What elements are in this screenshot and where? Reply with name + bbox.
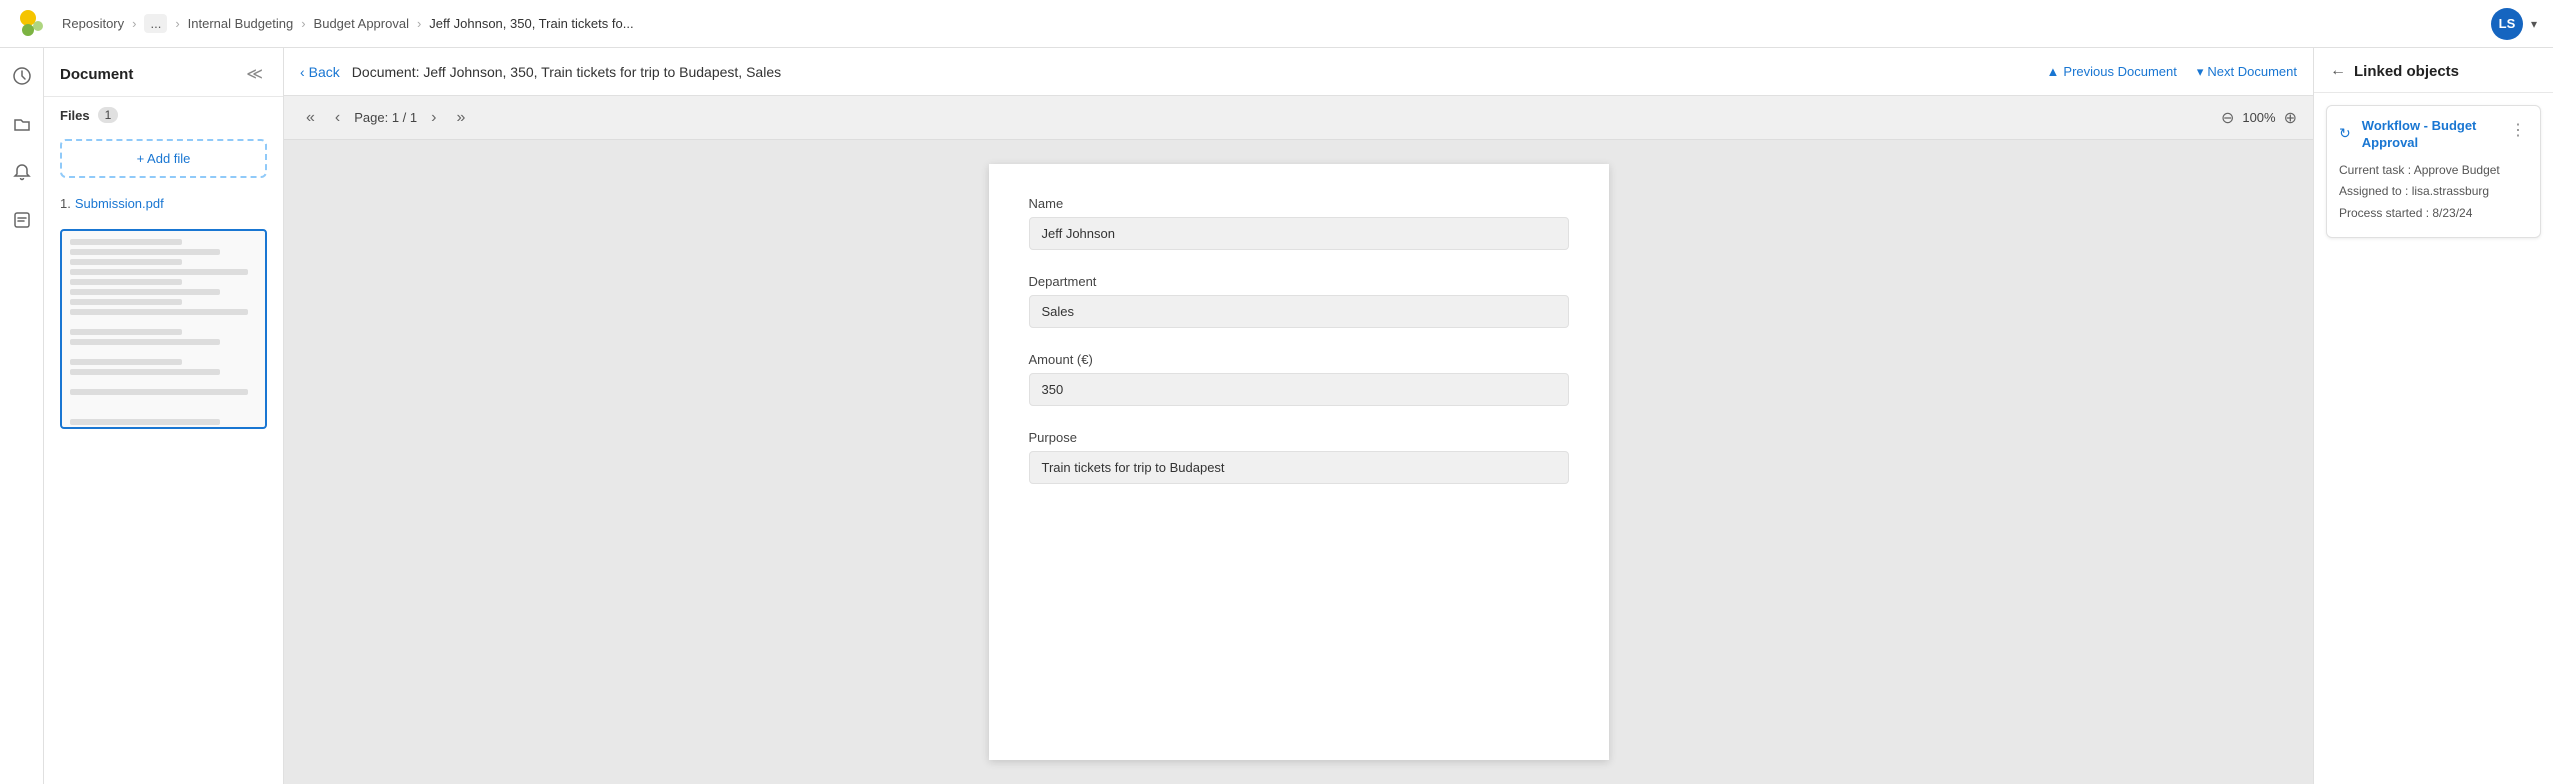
last-page-button[interactable]: » <box>450 107 471 129</box>
next-page-button[interactable]: › <box>425 107 442 129</box>
zoom-out-button[interactable]: ⊖ <box>2221 108 2234 128</box>
prev-page-button[interactable]: ‹ <box>329 107 346 129</box>
zoom-in-button[interactable]: ⊕ <box>2284 108 2297 128</box>
document-panel: Document ≪ Files 1 + Add file 1. Submissi… <box>44 48 284 784</box>
field-label-purpose: Purpose <box>1029 430 1569 445</box>
back-label[interactable]: Back <box>309 64 340 80</box>
current-task-label: Current task : Approve Budget <box>2339 160 2528 182</box>
field-value-name: Jeff Johnson <box>1029 217 1569 250</box>
prev-doc-label: Previous Document <box>2063 64 2176 79</box>
assigned-to-label: Assigned to : lisa.strassburg <box>2339 181 2528 203</box>
add-file-button[interactable]: + Add file <box>60 139 267 178</box>
doc-toolbar: ‹ Back Document: Jeff Johnson, 350, Trai… <box>284 48 2313 96</box>
next-document-button[interactable]: ▾ Next Document <box>2197 64 2297 80</box>
linked-card-icon-title: ↻ Workflow - Budget Approval <box>2339 118 2508 152</box>
card-menu-button[interactable]: ⋮ <box>2508 118 2528 142</box>
app-logo[interactable] <box>16 8 48 40</box>
topnav-right: LS ▾ <box>2491 8 2537 40</box>
main-layout: Document ≪ Files 1 + Add file 1. Submissi… <box>0 48 2553 784</box>
collapse-panel-button[interactable]: ≪ <box>242 62 267 86</box>
thumb-line <box>70 369 220 375</box>
field-value-department: Sales <box>1029 295 1569 328</box>
sidebar-folder-icon[interactable] <box>6 108 38 140</box>
sidebar-dashboard-icon[interactable] <box>6 60 38 92</box>
prev-doc-icon: ▲ <box>2047 64 2060 79</box>
thumb-line <box>70 259 182 265</box>
document-title: Document: Jeff Johnson, 350, Train ticke… <box>352 64 781 80</box>
breadcrumb-sep-1: › <box>132 16 136 31</box>
linked-card-body: Current task : Approve Budget Assigned t… <box>2339 160 2528 225</box>
file-thumbnail[interactable] <box>60 229 267 429</box>
user-menu-chevron[interactable]: ▾ <box>2531 17 2537 31</box>
back-button[interactable]: ‹ Back <box>300 64 340 80</box>
linked-objects-title: Linked objects <box>2354 63 2459 80</box>
thumb-line <box>70 309 248 315</box>
field-value-purpose: Train tickets for trip to Budapest <box>1029 451 1569 484</box>
field-label-department: Department <box>1029 274 1569 289</box>
next-doc-icon: ▾ <box>2197 64 2204 80</box>
sidebar-tasks-icon[interactable] <box>6 204 38 236</box>
sidebar-bell-icon[interactable] <box>6 156 38 188</box>
field-value-amount: 350 <box>1029 373 1569 406</box>
topnav: Repository › ... › Internal Budgeting › … <box>0 0 2553 48</box>
thumb-line <box>70 339 220 345</box>
thumb-line <box>70 269 248 275</box>
field-label-amount: Amount (€) <box>1029 352 1569 367</box>
document-content: Name Jeff Johnson Department Sales Amoun… <box>284 140 2313 784</box>
breadcrumb-sep-3: › <box>301 16 305 31</box>
thumb-line <box>70 289 220 295</box>
thumb-line <box>70 279 182 285</box>
breadcrumb-sep-4: › <box>417 16 421 31</box>
file-list: 1. Submission.pdf <box>44 188 283 219</box>
linked-card-header: ↻ Workflow - Budget Approval ⋮ <box>2339 118 2528 152</box>
workflow-icon: ↻ <box>2339 125 2356 145</box>
thumb-line <box>70 299 182 305</box>
doc-panel-header: Document ≪ <box>44 48 283 97</box>
thumb-line <box>70 249 220 255</box>
files-tab-badge: 1 <box>98 107 119 123</box>
form-group-amount: Amount (€) 350 <box>1029 352 1569 406</box>
next-doc-label: Next Document <box>2207 64 2297 79</box>
thumb-line <box>70 359 182 365</box>
thumb-line <box>70 419 220 425</box>
toolbar-right: ▲ Previous Document ▾ Next Document <box>2047 64 2297 80</box>
right-panel-header: ← Linked objects <box>2314 48 2553 93</box>
thumb-content <box>62 231 265 429</box>
page-info-label: Page: 1 / 1 <box>354 110 417 125</box>
form-group-department: Department Sales <box>1029 274 1569 328</box>
breadcrumb-budget-approval[interactable]: Budget Approval <box>314 16 409 31</box>
back-chevron-icon: ‹ <box>300 64 305 80</box>
breadcrumb-current-doc: Jeff Johnson, 350, Train tickets fo... <box>429 16 633 31</box>
user-avatar[interactable]: LS <box>2491 8 2523 40</box>
breadcrumb-sep-2: › <box>175 16 179 31</box>
thumb-line <box>70 329 182 335</box>
linked-objects-back-arrow[interactable]: ← <box>2330 62 2346 80</box>
file-number: 1. <box>60 196 71 211</box>
list-item[interactable]: 1. Submission.pdf <box>60 192 267 215</box>
breadcrumb-dots[interactable]: ... <box>144 14 167 33</box>
process-started-label: Process started : 8/23/24 <box>2339 203 2528 225</box>
zoom-area: ⊖ 100% ⊕ <box>2221 108 2297 128</box>
file-name[interactable]: Submission.pdf <box>75 196 164 211</box>
form-group-name: Name Jeff Johnson <box>1029 196 1569 250</box>
field-label-name: Name <box>1029 196 1569 211</box>
breadcrumb-repository[interactable]: Repository <box>62 16 124 31</box>
page-toolbar: « ‹ Page: 1 / 1 › » ⊖ 100% ⊕ <box>284 96 2313 140</box>
thumb-line <box>70 239 182 245</box>
doc-panel-title: Document <box>60 66 133 83</box>
form-group-purpose: Purpose Train tickets for trip to Budape… <box>1029 430 1569 484</box>
zoom-level-display: 100% <box>2242 110 2275 125</box>
content-area: ‹ Back Document: Jeff Johnson, 350, Trai… <box>284 48 2313 784</box>
files-tab-label[interactable]: Files <box>60 108 90 123</box>
thumb-line <box>70 389 248 395</box>
breadcrumb-internal-budgeting[interactable]: Internal Budgeting <box>188 16 294 31</box>
workflow-card-title[interactable]: Workflow - Budget Approval <box>2362 118 2508 152</box>
doc-panel-tabs: Files 1 <box>44 97 283 129</box>
document-page: Name Jeff Johnson Department Sales Amoun… <box>989 164 1609 760</box>
previous-document-button[interactable]: ▲ Previous Document <box>2047 64 2177 79</box>
icon-sidebar <box>0 48 44 784</box>
linked-workflow-card[interactable]: ↻ Workflow - Budget Approval ⋮ Current t… <box>2326 105 2541 238</box>
first-page-button[interactable]: « <box>300 107 321 129</box>
right-panel: ← Linked objects ↻ Workflow - Budget App… <box>2313 48 2553 784</box>
